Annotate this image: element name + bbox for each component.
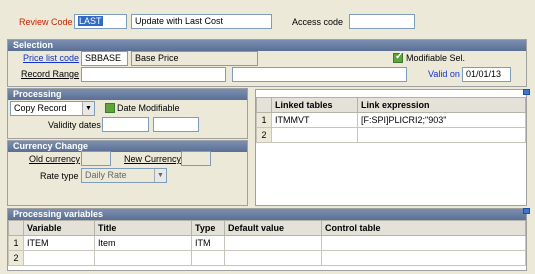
- linked-table-cell[interactable]: ITMMVT: [271, 112, 358, 128]
- price-list-description-field: Base Price: [131, 51, 258, 66]
- modifiable-sel-label: Modifiable Sel.: [406, 53, 466, 63]
- chevron-down-icon: ▼: [85, 105, 92, 112]
- grid-options-icon[interactable]: [523, 208, 530, 214]
- processing-mode-select[interactable]: Copy Record ▼: [10, 101, 95, 116]
- default-value-cell[interactable]: [224, 250, 322, 266]
- date-modifiable-checkbox[interactable]: [105, 103, 115, 113]
- type-cell[interactable]: [191, 250, 225, 266]
- new-currency-field[interactable]: [181, 151, 211, 166]
- record-range-from-field[interactable]: [81, 67, 226, 82]
- linked-tables-grid: Linked tables Link expression 1 ITMMVT […: [256, 97, 526, 143]
- linked-tables-column-header[interactable]: Linked tables: [271, 97, 358, 113]
- variable-cell[interactable]: ITEM: [23, 235, 95, 251]
- control-table-column-header[interactable]: Control table: [321, 220, 526, 236]
- old-currency-field[interactable]: [81, 151, 111, 166]
- title-cell[interactable]: Item: [94, 235, 192, 251]
- selection-section-title: Selection: [8, 40, 526, 51]
- review-description-field[interactable]: Update with Last Cost: [131, 14, 272, 29]
- processing-variables-section-title: Processing variables: [8, 209, 526, 220]
- review-form-window: Review Code LAST Update with Last Cost A…: [0, 0, 535, 274]
- control-table-cell[interactable]: [321, 235, 526, 251]
- link-expression-cell[interactable]: [357, 127, 526, 143]
- control-table-cell[interactable]: [321, 250, 526, 266]
- date-modifiable-label: Date Modifiable: [117, 103, 180, 113]
- record-range-label: Record Range: [21, 69, 80, 79]
- checkmark-icon: ✓: [395, 51, 404, 62]
- processing-section-title: Processing: [8, 89, 247, 100]
- default-value-cell[interactable]: [224, 235, 322, 251]
- link-expression-column-header[interactable]: Link expression: [357, 97, 526, 113]
- table-row[interactable]: 2: [256, 127, 526, 143]
- chevron-down-icon: ▼: [157, 172, 164, 179]
- title-cell[interactable]: [94, 250, 192, 266]
- title-column-header[interactable]: Title: [94, 220, 192, 236]
- row-number: 2: [256, 127, 272, 143]
- record-range-to-field[interactable]: [232, 67, 407, 82]
- valid-on-label: Valid on: [428, 69, 460, 79]
- processing-mode-dropdown-button[interactable]: ▼: [82, 102, 94, 115]
- review-code-field[interactable]: LAST: [74, 14, 127, 29]
- price-list-code-field[interactable]: SBBASE: [81, 51, 128, 66]
- old-currency-label: Old currency: [29, 154, 81, 164]
- table-row[interactable]: 1 ITEM Item ITM: [8, 235, 526, 251]
- processing-variables-grid: Variable Title Type Default value Contro…: [8, 220, 526, 266]
- rate-type-value: Daily Rate: [85, 170, 127, 180]
- linked-table-cell[interactable]: [271, 127, 358, 143]
- type-column-header[interactable]: Type: [191, 220, 225, 236]
- rate-type-select[interactable]: Daily Rate ▼: [81, 168, 167, 183]
- row-number-header: [256, 97, 272, 113]
- processing-mode-value: Copy Record: [14, 103, 67, 113]
- review-code-value: LAST: [78, 16, 103, 26]
- type-cell[interactable]: ITM: [191, 235, 225, 251]
- price-list-code-link[interactable]: Price list code: [23, 52, 79, 64]
- row-number: 1: [8, 235, 24, 251]
- modifiable-sel-checkbox[interactable]: ✓: [393, 51, 404, 63]
- row-number: 2: [8, 250, 24, 266]
- valid-on-field[interactable]: 01/01/13: [462, 67, 511, 82]
- rate-type-label: Rate type: [40, 171, 79, 181]
- access-code-field[interactable]: [349, 14, 415, 29]
- variable-cell[interactable]: [23, 250, 95, 266]
- validity-from-field[interactable]: [102, 117, 149, 132]
- currency-change-section-title: Currency Change: [8, 141, 247, 152]
- link-expression-cell[interactable]: [F:SPI]PLICRI2;"903": [357, 112, 526, 128]
- grid-options-icon[interactable]: [523, 89, 530, 95]
- rate-type-dropdown-button[interactable]: ▼: [154, 169, 166, 182]
- row-number-header: [8, 220, 24, 236]
- new-currency-label: New Currency: [124, 154, 182, 164]
- table-row[interactable]: 2: [8, 250, 526, 266]
- validity-to-field[interactable]: [153, 117, 199, 132]
- review-code-label: Review Code: [19, 17, 73, 27]
- access-code-label: Access code: [292, 17, 344, 27]
- row-number: 1: [256, 112, 272, 128]
- table-row[interactable]: 1 ITMMVT [F:SPI]PLICRI2;"903": [256, 112, 526, 128]
- default-value-column-header[interactable]: Default value: [224, 220, 322, 236]
- validity-dates-label: Validity dates: [48, 120, 101, 130]
- variable-column-header[interactable]: Variable: [23, 220, 95, 236]
